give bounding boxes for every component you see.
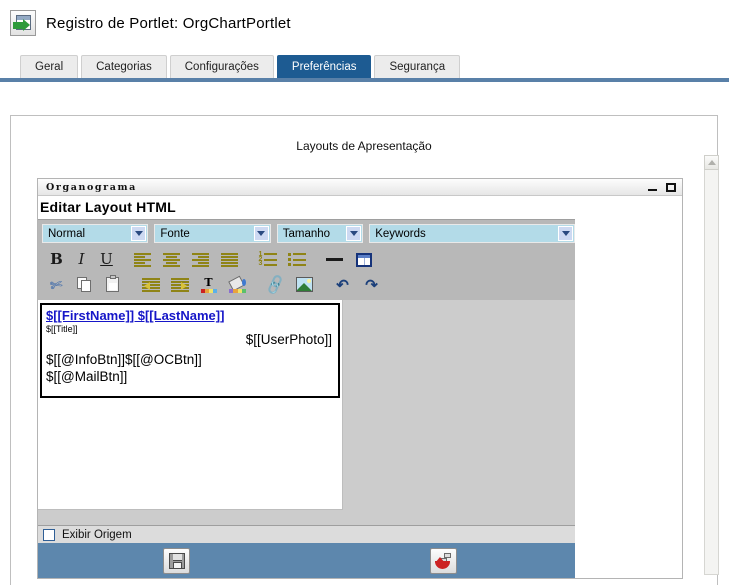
toolbar-row-editing: ✄ T 🔗 ↶ ↷: [42, 272, 575, 297]
scroll-up-icon[interactable]: [704, 155, 719, 170]
chevron-down-icon[interactable]: [131, 226, 147, 241]
floppy-disk-icon: [168, 553, 185, 569]
font-size-select[interactable]: Tamanho: [276, 224, 364, 243]
background-color-icon[interactable]: [223, 273, 252, 296]
tab-configuracoes[interactable]: Configurações: [169, 55, 274, 78]
font-family-value: Fonte: [160, 227, 190, 240]
show-source-checkbox[interactable]: [43, 528, 55, 541]
italic-glyph: I: [78, 250, 85, 268]
insert-table-icon[interactable]: [349, 248, 378, 271]
button-tokens-line1: $[[@InfoBtn]]$[[@OCBtn]]: [46, 352, 202, 367]
text-color-icon[interactable]: T: [194, 273, 223, 296]
show-source-label: Exibir Origem: [62, 528, 132, 541]
editor-body: $[[FirstName]] $[[LastName]] $[[Title]] …: [38, 300, 575, 525]
html-layout-editor-window: Organograma Editar Layout HTML Normal Fo…: [37, 178, 683, 579]
page-scrollbar[interactable]: [704, 155, 719, 575]
portlet-register-icon: [10, 10, 36, 36]
font-family-select[interactable]: Fonte: [154, 224, 271, 243]
wysiwyg-canvas[interactable]: $[[FirstName]] $[[LastName]] $[[Title]] …: [38, 300, 343, 510]
undo-glyph: ↶: [336, 276, 349, 294]
name-token: $[[FirstName]] $[[LastName]]: [46, 308, 225, 323]
bold-icon[interactable]: B: [44, 248, 69, 271]
tab-geral[interactable]: Geral: [20, 55, 79, 78]
redo-glyph: ↷: [365, 276, 378, 294]
align-left-icon[interactable]: [128, 248, 157, 271]
tab-seguranca[interactable]: Segurança: [374, 55, 461, 78]
bulleted-list-icon[interactable]: [282, 248, 311, 271]
outdent-icon[interactable]: [136, 273, 165, 296]
indent-icon[interactable]: [165, 273, 194, 296]
align-center-icon[interactable]: [157, 248, 186, 271]
button-tokens: $[[@InfoBtn]]$[[@OCBtn]] $[[@MailBtn]]: [46, 351, 202, 385]
keywords-select[interactable]: Keywords: [369, 224, 576, 243]
insert-image-icon[interactable]: [290, 273, 319, 296]
page-title: Registro de Portlet: OrgChartPortlet: [46, 14, 291, 32]
show-source-row: Exibir Origem: [38, 525, 575, 543]
tab-preferencias[interactable]: Preferências: [276, 55, 372, 78]
underline-icon[interactable]: U: [94, 248, 119, 271]
chevron-down-icon[interactable]: [346, 226, 362, 241]
tab-bar: Geral Categorias Configurações Preferênc…: [0, 55, 729, 82]
paste-icon[interactable]: [98, 273, 127, 296]
copy-icon[interactable]: [69, 273, 98, 296]
save-button[interactable]: [163, 548, 190, 574]
cut-icon[interactable]: ✄: [44, 273, 69, 296]
editor-heading: Editar Layout HTML: [40, 199, 176, 215]
editor-window-title: Organograma: [46, 181, 137, 193]
tab-categorias[interactable]: Categorias: [81, 55, 167, 78]
underline-glyph: U: [100, 250, 113, 268]
minimize-icon[interactable]: [645, 181, 659, 194]
section-title: Layouts de Apresentação: [296, 139, 432, 153]
restore-arrow-icon: [435, 553, 452, 569]
revert-button[interactable]: [430, 548, 457, 574]
paragraph-style-select[interactable]: Normal: [42, 224, 149, 243]
insert-link-icon[interactable]: 🔗: [261, 273, 290, 296]
keywords-value: Keywords: [375, 227, 426, 240]
horizontal-rule-icon[interactable]: [320, 248, 349, 271]
align-justify-icon[interactable]: [215, 248, 244, 271]
italic-icon[interactable]: I: [69, 248, 94, 271]
align-right-icon[interactable]: [186, 248, 215, 271]
redo-icon[interactable]: ↷: [357, 273, 386, 296]
editor-title-bar: Organograma: [38, 179, 682, 196]
maximize-icon[interactable]: [664, 181, 678, 194]
undo-icon[interactable]: ↶: [328, 273, 357, 296]
font-size-value: Tamanho: [282, 227, 331, 240]
toolbar-row-formatting: B I U 123: [42, 247, 575, 272]
button-tokens-line2: $[[@MailBtn]]: [46, 369, 128, 384]
page-header: Registro de Portlet: OrgChartPortlet: [0, 0, 729, 38]
editor-toolbar: Normal Fonte Tamanho Keywords B I U 1 2 …: [38, 219, 576, 300]
bold-glyph: B: [50, 250, 63, 268]
content-panel: Layouts de Apresentação Organograma Edit…: [10, 115, 718, 585]
chevron-down-icon[interactable]: [253, 226, 269, 241]
chevron-down-icon[interactable]: [558, 226, 574, 241]
photo-token: $[[UserPhoto]]: [245, 332, 332, 347]
paragraph-style-value: Normal: [48, 227, 86, 240]
numbered-list-icon[interactable]: 123: [253, 248, 282, 271]
layout-template-box[interactable]: $[[FirstName]] $[[LastName]] $[[Title]] …: [40, 303, 340, 398]
